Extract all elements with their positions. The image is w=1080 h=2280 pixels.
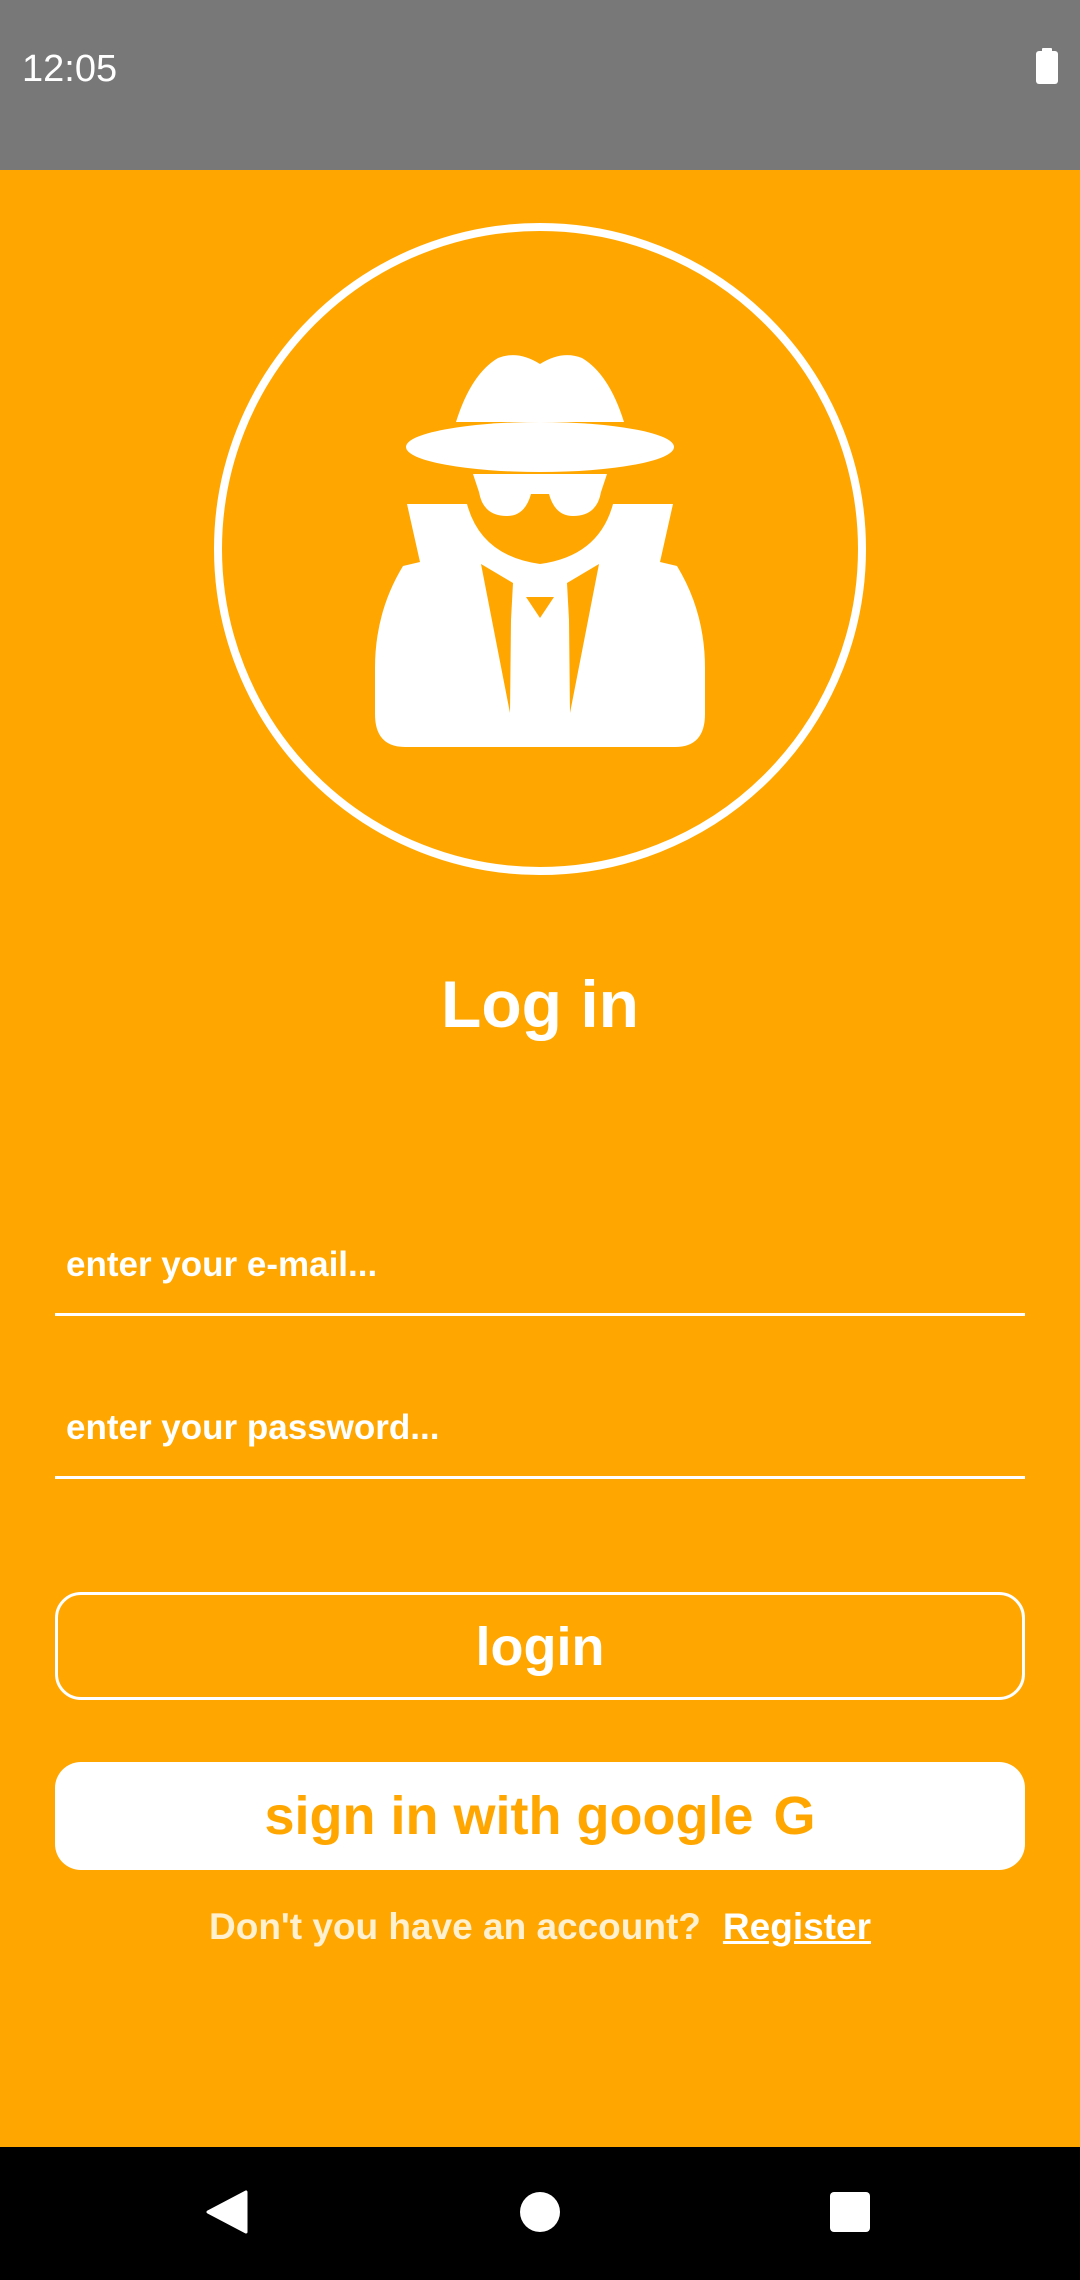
login-button[interactable]: login <box>55 1592 1025 1700</box>
incognito-spy-icon <box>214 223 866 875</box>
status-bar: 12:05 <box>0 0 1080 170</box>
register-prompt: Don't you have an account? <box>209 1906 701 1947</box>
register-link[interactable]: Register <box>723 1906 871 1947</box>
avatar <box>213 222 867 876</box>
recents-square-icon[interactable] <box>820 2182 880 2242</box>
google-sign-in-label: sign in with google <box>264 1786 754 1846</box>
google-sign-in-button[interactable]: sign in with google G <box>55 1762 1025 1870</box>
google-icon: G <box>773 1786 816 1846</box>
status-time: 12:05 <box>22 48 118 90</box>
battery-full-icon <box>1036 48 1058 84</box>
register-row: Don't you have an account? Register <box>0 1902 1080 1952</box>
back-triangle-icon[interactable] <box>196 2182 256 2242</box>
login-button-label: login <box>475 1617 605 1677</box>
login-screen: 12:05 Log in login sign in with goo <box>0 0 1080 2280</box>
home-circle-icon[interactable] <box>510 2182 570 2242</box>
password-field[interactable] <box>55 1379 1025 1479</box>
page-title: Log in <box>441 967 639 1041</box>
email-field[interactable] <box>55 1216 1025 1316</box>
